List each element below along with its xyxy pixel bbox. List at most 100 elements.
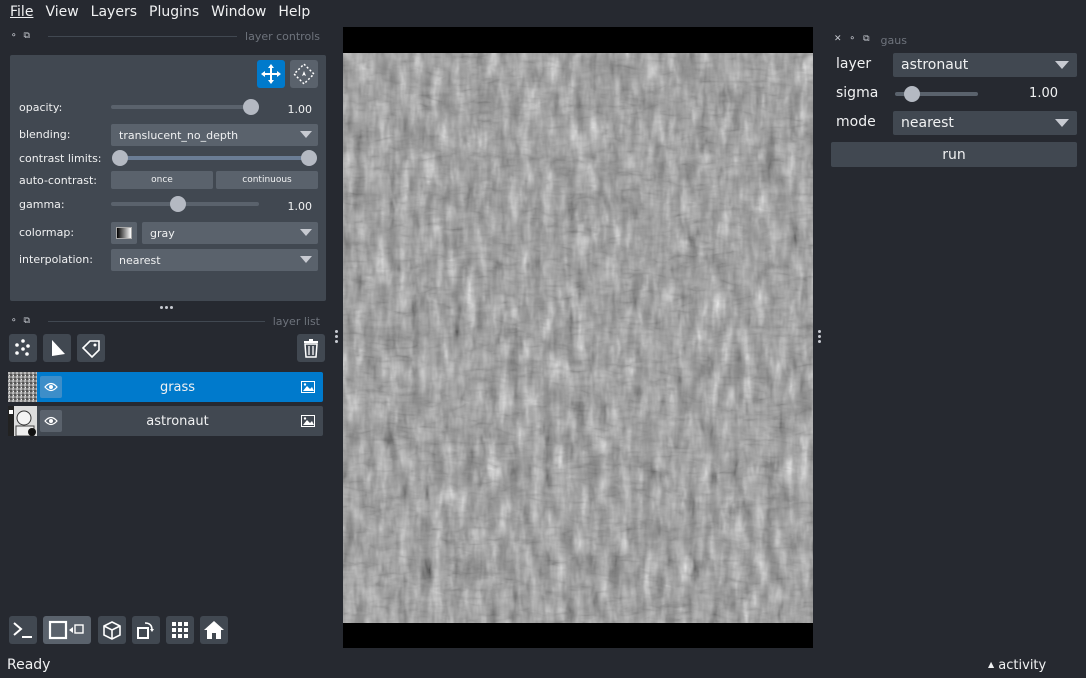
layer-controls-header: ⚬ ⧉ layer controls: [0, 28, 326, 44]
transform-icon: [293, 63, 315, 85]
gamma-label: gamma:: [19, 198, 65, 211]
menu-layers[interactable]: Layers: [85, 4, 143, 20]
layer-row-grass[interactable]: grass: [8, 372, 323, 402]
blending-value: translucent_no_depth: [119, 128, 239, 142]
blending-label: blending:: [19, 128, 71, 141]
chevron-down-icon: [300, 229, 312, 236]
status-bar: Ready ▲ activity: [0, 655, 1086, 678]
visibility-toggle[interactable]: [40, 410, 62, 432]
blending-select[interactable]: translucent_no_depth: [111, 124, 318, 146]
eye-icon: [44, 382, 58, 392]
interpolation-label: interpolation:: [19, 253, 93, 266]
undock-icon[interactable]: ⧉: [24, 316, 30, 326]
viewer-canvas[interactable]: [343, 27, 813, 648]
cube-icon: [103, 621, 121, 640]
plugin-title: gaus: [880, 34, 907, 47]
run-button[interactable]: run: [831, 142, 1077, 167]
plugin-header: ✕ ⚬ ⧉ gaus: [834, 34, 907, 47]
eye-icon: [44, 416, 58, 426]
divider: [48, 35, 238, 37]
sigma-label: sigma: [836, 85, 879, 101]
roll-dimensions-button[interactable]: [98, 616, 126, 644]
terminal-icon: [13, 622, 32, 638]
visibility-toggle[interactable]: [40, 376, 62, 398]
opacity-label: opacity:: [19, 101, 63, 114]
move-arrows-icon: [261, 64, 281, 84]
activity-button[interactable]: ▲ activity: [988, 658, 1046, 673]
layer-param-value: astronaut: [901, 57, 969, 73]
gamma-value: 1.00: [287, 200, 313, 213]
caret-up-icon: ▲: [988, 660, 995, 669]
activity-label: activity: [998, 658, 1047, 673]
layer-row-astronaut[interactable]: astronaut: [8, 406, 323, 437]
chevron-down-icon: [1055, 119, 1069, 127]
contrast-min-handle[interactable]: [112, 150, 128, 166]
float-icon[interactable]: ⚬: [849, 34, 857, 47]
home-icon: [204, 621, 224, 639]
layer-thumbnail: [8, 372, 37, 402]
transpose-button[interactable]: [132, 616, 160, 644]
contrast-max-handle[interactable]: [301, 150, 317, 166]
interpolation-select[interactable]: nearest: [111, 249, 318, 271]
contrast-limits-slider[interactable]: [120, 156, 309, 160]
gamma-slider-handle[interactable]: [170, 196, 186, 212]
sigma-value: 1.00: [1029, 86, 1058, 101]
chevron-down-icon: [300, 256, 312, 263]
close-icon[interactable]: ✕: [834, 34, 842, 47]
menu-help[interactable]: Help: [272, 4, 316, 20]
mode-label: mode: [836, 114, 876, 130]
opacity-slider[interactable]: [111, 105, 259, 109]
right-dock-splitter[interactable]: [818, 330, 822, 343]
home-button[interactable]: [200, 616, 228, 644]
layer-name: astronaut: [146, 413, 209, 429]
colormap-preview[interactable]: [111, 222, 137, 244]
layer-controls-panel: opacity: 1.00 blending: translucent_no_d…: [10, 55, 326, 301]
chevron-down-icon: [300, 131, 312, 138]
pan-zoom-button[interactable]: [257, 60, 285, 88]
menu-file[interactable]: File: [4, 4, 39, 20]
layer-param-label: layer: [836, 56, 872, 72]
colormap-label: colormap:: [19, 226, 75, 239]
transform-button[interactable]: [290, 60, 318, 88]
grid-view-button[interactable]: [166, 616, 194, 644]
rotate-icon: [137, 622, 154, 639]
layer-name: grass: [159, 379, 196, 395]
colormap-select[interactable]: gray: [142, 222, 318, 244]
status-text: Ready: [7, 657, 51, 673]
mode-value: nearest: [901, 115, 954, 131]
opacity-slider-handle[interactable]: [243, 99, 259, 115]
new-points-layer-button[interactable]: [9, 334, 37, 362]
divider: [48, 320, 265, 322]
image-layer-icon: [293, 381, 323, 393]
console-button[interactable]: [9, 616, 37, 644]
points-icon: [15, 339, 30, 356]
layer-controls-title: layer controls: [245, 29, 320, 43]
layer-thumbnail: [8, 406, 37, 437]
left-dock-splitter[interactable]: [335, 330, 339, 343]
mode-select[interactable]: nearest: [893, 111, 1077, 135]
grass-image: [343, 53, 813, 623]
new-shapes-layer-button[interactable]: [43, 334, 71, 362]
menu-window[interactable]: Window: [205, 4, 272, 20]
sigma-slider-handle[interactable]: [904, 86, 920, 102]
undock-icon[interactable]: ⧉: [863, 34, 869, 47]
chevron-down-icon: [1055, 61, 1069, 69]
menu-plugins[interactable]: Plugins: [143, 4, 205, 20]
auto-contrast-continuous-button[interactable]: continuous: [216, 171, 318, 189]
ndisplay-button[interactable]: [43, 616, 91, 644]
menu-bar: File View Layers Plugins Window Help: [0, 0, 1086, 24]
trash-icon: [304, 339, 318, 358]
grid-icon: [172, 622, 188, 638]
auto-contrast-once-button[interactable]: once: [111, 171, 213, 189]
layer-param-select[interactable]: astronaut: [893, 53, 1077, 77]
gradient-swatch-icon: [116, 227, 132, 239]
float-icon[interactable]: ⚬: [10, 316, 18, 326]
opacity-value: 1.00: [287, 103, 313, 116]
splitter-handle[interactable]: [160, 306, 173, 309]
menu-view[interactable]: View: [39, 4, 84, 20]
delete-layer-button[interactable]: [297, 334, 325, 362]
float-icon[interactable]: ⚬: [10, 31, 18, 41]
new-labels-layer-button[interactable]: [77, 334, 105, 362]
undock-icon[interactable]: ⧉: [24, 31, 30, 41]
auto-contrast-label: auto-contrast:: [19, 174, 98, 187]
